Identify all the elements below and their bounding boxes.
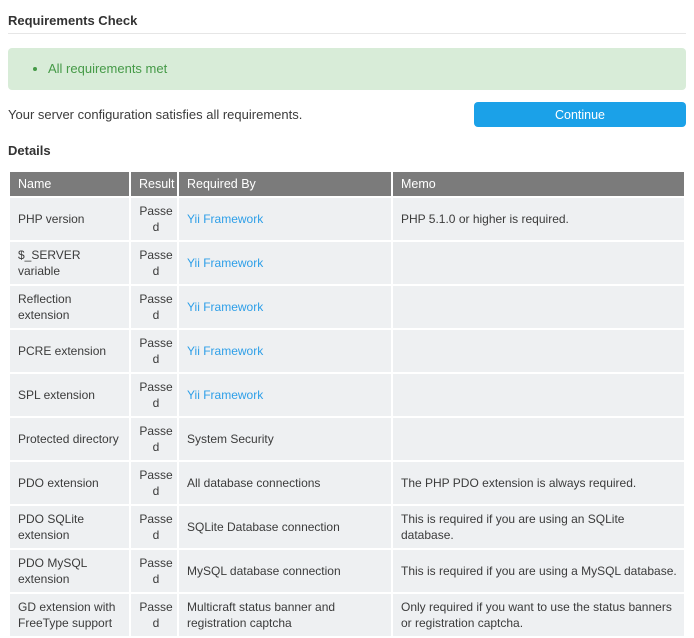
page-title: Requirements Check — [8, 13, 686, 34]
required-by: System Security — [179, 418, 391, 460]
result-badge: Passed — [131, 506, 177, 548]
memo — [393, 330, 684, 372]
memo: This is required if you are using a MySQ… — [393, 550, 684, 592]
memo — [393, 242, 684, 284]
continue-button[interactable]: Continue — [474, 102, 686, 127]
required-by: MySQL database connection — [179, 550, 391, 592]
requirement-name: PCRE extension — [10, 330, 129, 372]
memo — [393, 374, 684, 416]
required-by-link[interactable]: Yii Framework — [187, 256, 263, 270]
table-header-row: Name Result Required By Memo — [10, 172, 684, 196]
table-row: PCRE extension Passed Yii Framework — [10, 330, 684, 372]
required-by: Yii Framework — [179, 242, 391, 284]
required-by: Yii Framework — [179, 198, 391, 240]
result-badge: Passed — [131, 462, 177, 504]
result-badge: Passed — [131, 594, 177, 636]
requirement-name: $_SERVER variable — [10, 242, 129, 284]
result-badge: Passed — [131, 550, 177, 592]
memo: This is required if you are using an SQL… — [393, 506, 684, 548]
result-badge: Passed — [131, 286, 177, 328]
requirement-name: PDO extension — [10, 462, 129, 504]
result-badge: Passed — [131, 418, 177, 460]
table-row: $_SERVER variable Passed Yii Framework — [10, 242, 684, 284]
memo: Only required if you want to use the sta… — [393, 594, 684, 636]
required-by: All database connections — [179, 462, 391, 504]
required-by-link[interactable]: Yii Framework — [187, 344, 263, 358]
requirement-name: Reflection extension — [10, 286, 129, 328]
required-by: Yii Framework — [179, 286, 391, 328]
table-row: PHP version Passed Yii Framework PHP 5.1… — [10, 198, 684, 240]
success-alert: All requirements met — [8, 48, 686, 90]
required-by: Yii Framework — [179, 330, 391, 372]
table-row: PDO MySQL extension Passed MySQL databas… — [10, 550, 684, 592]
memo: PHP 5.1.0 or higher is required. — [393, 198, 684, 240]
requirement-name: PDO MySQL extension — [10, 550, 129, 592]
summary-text: Your server configuration satisfies all … — [8, 107, 302, 123]
required-by-link[interactable]: Yii Framework — [187, 300, 263, 314]
alert-list: All requirements met — [24, 61, 670, 77]
table-row: SPL extension Passed Yii Framework — [10, 374, 684, 416]
requirement-name: Protected directory — [10, 418, 129, 460]
requirement-name: GD extension with FreeType support — [10, 594, 129, 636]
required-by: Yii Framework — [179, 374, 391, 416]
requirements-page: Requirements Check All requirements met … — [0, 13, 694, 638]
result-badge: Passed — [131, 198, 177, 240]
memo — [393, 286, 684, 328]
result-badge: Passed — [131, 330, 177, 372]
requirement-name: SPL extension — [10, 374, 129, 416]
result-badge: Passed — [131, 374, 177, 416]
table-row: Protected directory Passed System Securi… — [10, 418, 684, 460]
details-heading: Details — [8, 143, 686, 158]
column-header-required-by: Required By — [179, 172, 391, 196]
result-badge: Passed — [131, 242, 177, 284]
required-by-link[interactable]: Yii Framework — [187, 212, 263, 226]
table-row: PDO extension Passed All database connec… — [10, 462, 684, 504]
requirement-name: PHP version — [10, 198, 129, 240]
table-body: PHP version Passed Yii Framework PHP 5.1… — [10, 198, 684, 636]
summary-row: Your server configuration satisfies all … — [8, 102, 686, 127]
requirements-table: Name Result Required By Memo PHP version… — [8, 170, 686, 638]
column-header-name: Name — [10, 172, 129, 196]
alert-item: All requirements met — [48, 61, 670, 77]
table-row: GD extension with FreeType support Passe… — [10, 594, 684, 636]
memo — [393, 418, 684, 460]
column-header-result: Result — [131, 172, 177, 196]
requirement-name: PDO SQLite extension — [10, 506, 129, 548]
table-row: PDO SQLite extension Passed SQLite Datab… — [10, 506, 684, 548]
column-header-memo: Memo — [393, 172, 684, 196]
required-by: Multicraft status banner and registratio… — [179, 594, 391, 636]
required-by-link[interactable]: Yii Framework — [187, 388, 263, 402]
table-row: Reflection extension Passed Yii Framewor… — [10, 286, 684, 328]
required-by: SQLite Database connection — [179, 506, 391, 548]
memo: The PHP PDO extension is always required… — [393, 462, 684, 504]
